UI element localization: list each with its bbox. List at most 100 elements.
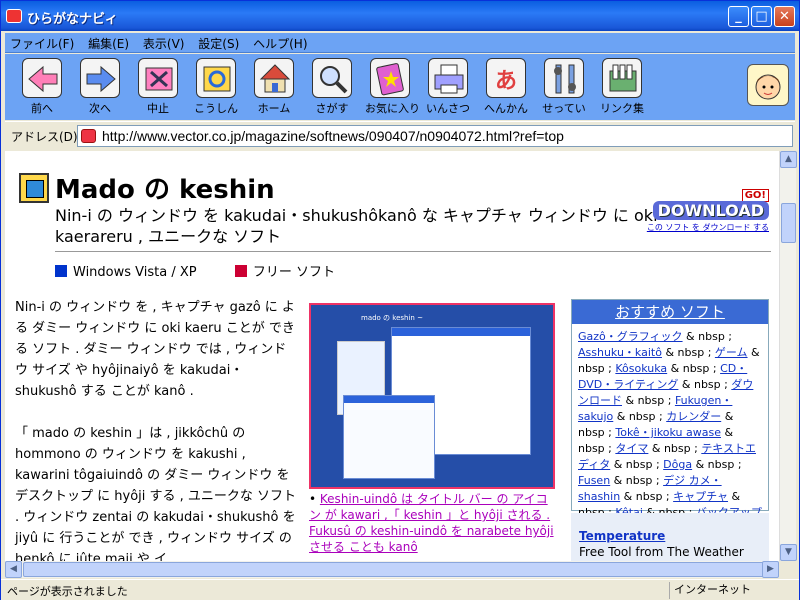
home-icon [254,58,294,98]
separator-text: & nbsp ; [610,458,664,471]
convert-button[interactable]: あ へんかん [481,58,531,116]
article-paragraph-1: Nin-i の ウィンドウ を , キャプチャ gazô に よる ダミー ウィ… [15,300,295,399]
separator-text: & nbsp ; [667,362,721,375]
recommended-link[interactable]: ゲーム [715,346,748,359]
refresh-button[interactable]: こうしん [191,58,241,116]
menu-settings[interactable]: 設定(S) [193,33,244,54]
status-text: ページが表示されました [7,585,128,598]
menu-file[interactable]: ファイル(F) [5,33,79,54]
svg-text:あ: あ [495,69,517,94]
title-bar: ひらがなナビィ _ □ ✕ [1,1,799,31]
print-label: いんさつ [426,102,470,115]
article-body: Nin-i の ウィンドウ を , キャプチャ gazô に よる ダミー ウィ… [15,297,299,561]
favorites-button[interactable]: お気に入り [365,58,420,116]
divider [55,251,771,252]
recommended-link[interactable]: Tokê・jikoku awase [615,426,721,439]
scroll-right-icon[interactable]: ▶ [762,561,779,578]
back-arrow-icon [22,58,62,98]
scroll-down-icon[interactable]: ▼ [780,544,797,561]
vertical-scroll-thumb[interactable] [781,203,796,243]
minimize-button[interactable]: _ [728,6,749,27]
page-favicon-icon [81,129,96,143]
article-paragraph-2: 「 mado の keshin 」は , jikkôchû の hommono … [15,426,297,561]
caption-link[interactable]: Keshin-uindô は タイトル バー の アイコン が kawari ,… [309,492,554,554]
address-input[interactable]: http://www.vector.co.jp/magazine/softnew… [77,125,793,147]
horizontal-scrollbar[interactable]: ◀ ▶ [5,561,779,578]
menu-bar: ファイル(F) 編集(E) 表示(V) 設定(S) ヘルプ(H) [5,33,795,53]
links-label: リンク集 [600,102,644,115]
page-title: Mado の keshin [55,175,275,205]
address-url[interactable]: http://www.vector.co.jp/magazine/softnew… [102,128,564,144]
download-link[interactable]: GO! DOWNLOAD この ソフト を ダウンロード する [633,187,769,233]
home-label: ホーム [257,102,291,115]
recommended-link[interactable]: Fusen [578,474,610,487]
window-title: ひらがなナビィ [27,12,118,27]
favorites-label: お気に入り [365,102,420,115]
avatar-icon[interactable] [747,64,789,106]
search-button[interactable]: さがす [307,58,357,116]
recommended-link[interactable]: Kôsokuka [615,362,667,375]
search-label: さがす [315,102,349,115]
recommended-title[interactable]: おすすめ ソフト [572,300,768,324]
stop-button[interactable]: 中止 [133,58,183,116]
screenshot-title: mado の keshin ~ [361,314,423,322]
browser-window: ひらがなナビィ _ □ ✕ ファイル(F) 編集(E) 表示(V) 設定(S) … [0,0,800,600]
security-zone: インターネット [669,582,795,599]
status-bar: ページが表示されました インターネット [1,579,799,600]
toolbar: 前へ 次へ 中止 こうしん ホーム さがす お気に入り いんさつ あ へんかん … [5,54,795,120]
print-button[interactable]: いんさつ [423,58,473,116]
separator-text: & nbsp ; [622,394,675,407]
app-icon [6,9,22,23]
horizontal-scroll-thumb[interactable] [23,562,765,577]
menu-edit[interactable]: 編集(E) [83,33,134,54]
separator-text: & nbsp ; [648,442,702,455]
vertical-scrollbar[interactable]: ▲ ▼ [779,151,797,561]
address-bar: アドレス(D): http://www.vector.co.jp/magazin… [5,121,795,149]
separator-text: & nbsp ; [661,346,715,359]
recommended-link[interactable]: Dôga [663,458,692,471]
forward-arrow-icon [80,58,120,98]
refresh-label: こうしん [194,102,238,115]
title-window-icon [19,173,49,203]
back-button[interactable]: 前へ [17,58,67,116]
download-sublink[interactable]: この ソフト を ダウンロード する [633,222,769,233]
recommended-link[interactable]: カレンダー [666,410,721,423]
recommended-panel: おすすめ ソフト Gazô・グラフィック & nbsp ; Asshuku・ka… [571,299,769,535]
settings-button[interactable]: せってい [539,58,589,116]
os-tag: Windows Vista / XP [73,265,197,280]
links-icon [602,58,642,98]
page-subtitle: Nin-i の ウィンドウ を kakudai・shukushôkanô な キ… [55,206,658,246]
links-button[interactable]: リンク集 [597,58,647,116]
temperature-link[interactable]: Temperature [579,529,665,543]
search-icon [312,58,352,98]
temperature-desc: Free Tool from The Weather [579,545,744,559]
os-square-icon [55,265,67,277]
separator-text: & nbsp ; [692,458,742,471]
download-label[interactable]: DOWNLOAD [652,201,769,220]
home-button[interactable]: ホーム [249,58,299,116]
separator-text: & nbsp ; [613,410,667,423]
address-label: アドレス(D): [11,130,82,144]
recommended-link[interactable]: Gazô・グラフィック [578,330,683,343]
screenshot-caption[interactable]: • Keshin-uindô は タイトル バー の アイコン が kawari… [309,491,555,555]
separator-text: & nbsp ; [678,378,732,391]
screenshot-image[interactable]: mado の keshin ~ [309,303,555,489]
favorites-icon [370,58,410,98]
scroll-up-icon[interactable]: ▲ [780,151,797,168]
forward-button[interactable]: 次へ [75,58,125,116]
convert-icon: あ [486,58,526,98]
page-content: Mado の keshin Nin-i の ウィンドウ を kakudai・sh… [5,151,779,561]
recommended-link[interactable]: タイマ [615,442,648,455]
scroll-left-icon[interactable]: ◀ [5,561,22,578]
tags-row: Windows Vista / XP フリー ソフト [55,261,335,280]
recommended-list: Gazô・グラフィック & nbsp ; Asshuku・kaitô & nbs… [572,324,768,542]
separator-text: & nbsp ; [610,474,664,487]
menu-help[interactable]: ヘルプ(H) [248,33,312,54]
license-square-icon [234,265,247,277]
close-button[interactable]: ✕ [774,6,795,27]
recommended-link[interactable]: キャプチャ [673,490,728,503]
recommended-link[interactable]: Asshuku・kaitô [578,346,662,359]
maximize-button[interactable]: □ [751,6,772,27]
menu-view[interactable]: 表示(V) [138,33,190,54]
screenshot-window-3 [343,395,435,479]
